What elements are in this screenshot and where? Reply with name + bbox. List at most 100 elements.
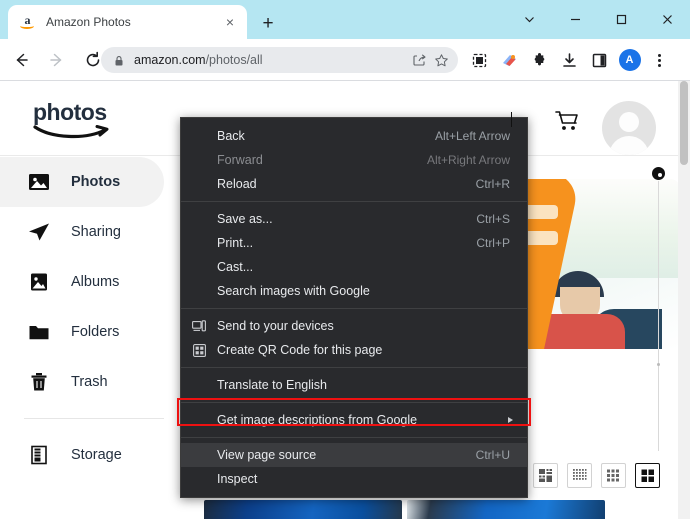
- menu-item-shortcut: Ctrl+S: [476, 212, 510, 226]
- menu-item-label: Cast...: [217, 260, 254, 274]
- menu-separator: [181, 201, 527, 202]
- profile-initial: A: [618, 49, 641, 71]
- menu-item-label: Print...: [217, 236, 254, 250]
- logo-word: photos: [33, 99, 107, 125]
- menu-separator: [181, 367, 527, 368]
- extensions-puzzle-icon[interactable]: [526, 47, 553, 73]
- menu-item-label: Back: [217, 129, 245, 143]
- sidebar-divider: [24, 418, 164, 419]
- back-arrow-icon[interactable]: [6, 45, 36, 75]
- sidebar-item-label: Albums: [71, 274, 120, 290]
- reading-list-icon[interactable]: [466, 47, 493, 73]
- sidebar-item-sharing[interactable]: Sharing: [0, 207, 182, 257]
- side-panel-icon[interactable]: [586, 47, 613, 73]
- view-large-button[interactable]: [635, 462, 660, 488]
- photo-thumbnail[interactable]: [407, 500, 605, 519]
- sidebar-item-label: Storage: [71, 447, 122, 463]
- sidebar-item-storage[interactable]: Storage: [0, 430, 182, 480]
- new-tab-button[interactable]: +: [256, 11, 280, 35]
- menu-item-cast[interactable]: Cast...: [181, 255, 527, 279]
- menu-item-send-to-your-devices[interactable]: Send to your devices: [181, 314, 527, 338]
- timeline-marker[interactable]: [652, 167, 665, 180]
- menu-item-inspect[interactable]: Inspect: [181, 467, 527, 491]
- menu-item-label: Translate to English: [217, 378, 328, 392]
- menu-item-get-image-descriptions-from-google[interactable]: Get image descriptions from Google: [181, 408, 527, 432]
- browser-tab-amazon-photos[interactable]: a Amazon Photos ×: [8, 5, 247, 39]
- amazon-photos-logo[interactable]: photos: [33, 101, 143, 141]
- sidebar: Photos Sharing Albums Folders Trash Stor…: [0, 157, 182, 519]
- menu-item-label: Forward: [217, 153, 263, 167]
- kebab-menu-icon[interactable]: [646, 47, 673, 73]
- text-caret: [511, 112, 512, 127]
- amazon-smile-icon: [33, 125, 109, 139]
- context-menu: Back Alt+Left Arrow Forward Alt+Right Ar…: [180, 117, 528, 498]
- menu-item-print[interactable]: Print... Ctrl+P: [181, 231, 527, 255]
- menu-item-label: Save as...: [217, 212, 273, 226]
- browser-window: a Amazon Photos × + amazon.com/photos/al…: [0, 0, 690, 519]
- star-icon[interactable]: [430, 49, 452, 71]
- menu-separator: [181, 308, 527, 309]
- menu-item-label: Get image descriptions from Google: [217, 413, 418, 427]
- menu-item-back[interactable]: Back Alt+Left Arrow: [181, 124, 527, 148]
- close-icon[interactable]: ×: [221, 13, 239, 31]
- tab-strip: a Amazon Photos × +: [0, 0, 690, 39]
- url-text: amazon.com/photos/all: [134, 53, 408, 67]
- menu-item-create-qr-code[interactable]: Create QR Code for this page: [181, 338, 527, 362]
- photo-icon: [27, 170, 51, 194]
- storage-icon: [27, 443, 51, 467]
- sidebar-item-photos[interactable]: Photos: [0, 157, 164, 207]
- send-icon: [27, 220, 51, 244]
- menu-separator: [181, 437, 527, 438]
- menu-separator: [181, 402, 527, 403]
- menu-item-shortcut: Ctrl+R: [475, 177, 510, 191]
- amazon-a-icon: a: [19, 14, 36, 31]
- device-icon: [189, 320, 209, 332]
- scrollbar-thumb[interactable]: [680, 81, 688, 165]
- share-icon[interactable]: [408, 49, 430, 71]
- lock-icon: [113, 54, 125, 66]
- menu-item-shortcut: Alt+Left Arrow: [434, 129, 510, 143]
- address-bar[interactable]: amazon.com/photos/all: [101, 47, 458, 73]
- profile-avatar[interactable]: A: [616, 47, 643, 73]
- photo-thumbnail[interactable]: [204, 500, 402, 519]
- menu-item-label: View page source: [217, 448, 317, 462]
- user-avatar-icon[interactable]: [602, 101, 656, 155]
- sidebar-item-trash[interactable]: Trash: [0, 357, 182, 407]
- view-mixed-button[interactable]: [533, 462, 558, 488]
- page-scrollbar[interactable]: ▲: [678, 81, 690, 519]
- qr-code-icon: [189, 343, 209, 357]
- menu-item-shortcut: Alt+Right Arrow: [426, 153, 510, 167]
- photo-row-bottom: [182, 500, 678, 519]
- extension-colored-icon[interactable]: [496, 47, 523, 73]
- url-path: /photos/all: [205, 53, 263, 67]
- downloads-icon[interactable]: [556, 47, 583, 73]
- menu-item-label: Create QR Code for this page: [217, 343, 383, 357]
- sidebar-item-folders[interactable]: Folders: [0, 307, 182, 357]
- browser-toolbar: amazon.com/photos/all A: [0, 39, 690, 80]
- menu-item-view-page-source[interactable]: View page source Ctrl+U: [181, 443, 527, 467]
- menu-item-label: Reload: [217, 177, 257, 191]
- menu-item-forward[interactable]: Forward Alt+Right Arrow: [181, 148, 527, 172]
- sidebar-item-albums[interactable]: Albums: [0, 257, 182, 307]
- chevron-down-icon[interactable]: [506, 0, 552, 39]
- trash-icon: [27, 370, 51, 394]
- view-tiny-button[interactable]: [567, 462, 592, 488]
- menu-item-label: Inspect: [217, 472, 258, 486]
- menu-item-translate-to-english[interactable]: Translate to English: [181, 373, 527, 397]
- view-small-button[interactable]: [601, 462, 626, 488]
- maximize-icon[interactable]: [598, 0, 644, 39]
- tab-title: Amazon Photos: [46, 15, 131, 29]
- sidebar-item-label: Folders: [71, 324, 120, 340]
- minimize-icon[interactable]: [552, 0, 598, 39]
- sidebar-item-label: Sharing: [71, 224, 121, 240]
- forward-arrow-icon[interactable]: [42, 45, 72, 75]
- menu-item-reload[interactable]: Reload Ctrl+R: [181, 172, 527, 196]
- menu-item-save-as[interactable]: Save as... Ctrl+S: [181, 207, 527, 231]
- folder-icon: [27, 320, 51, 344]
- menu-item-shortcut: Ctrl+P: [476, 236, 510, 250]
- close-icon[interactable]: [644, 0, 690, 39]
- timeline-scrubber[interactable]: [652, 167, 666, 467]
- shopping-cart-icon[interactable]: [553, 109, 581, 135]
- url-domain: amazon.com: [134, 53, 206, 67]
- menu-item-search-images-with-google[interactable]: Search images with Google: [181, 279, 527, 303]
